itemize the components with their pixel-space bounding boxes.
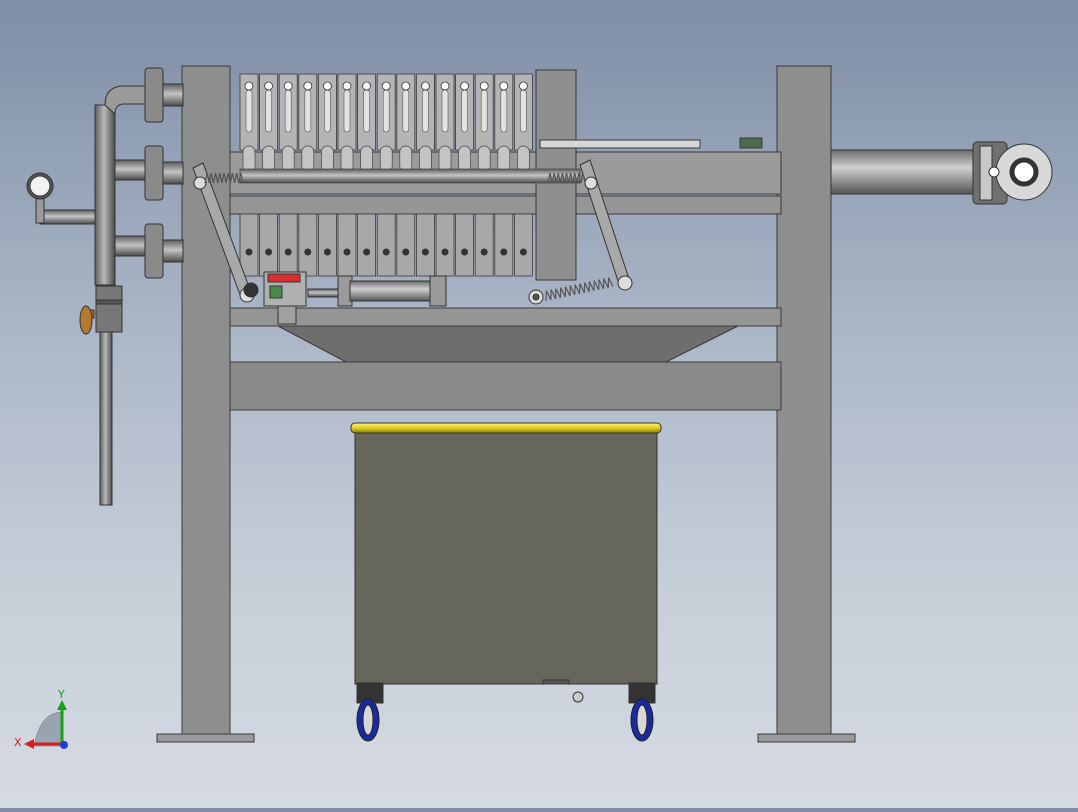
plate-drain-tap — [480, 248, 488, 256]
left-post — [181, 65, 231, 737]
left-foot — [156, 733, 255, 743]
plate-handle-slot — [461, 89, 468, 133]
hydraulic-cylinder — [830, 141, 1053, 205]
inlet-piping — [26, 67, 184, 506]
plate-lug — [458, 145, 471, 173]
lower-crossbeam — [229, 361, 782, 411]
plate-lug — [321, 145, 334, 173]
right-post — [776, 65, 832, 737]
x-axis-label: X — [14, 736, 22, 749]
plate-lug — [477, 145, 491, 173]
plate-top-hole — [322, 81, 332, 91]
filter-plate-lower — [357, 213, 377, 277]
plate-lug — [517, 145, 530, 173]
plate-handle-slot — [441, 89, 449, 133]
plate-lug — [340, 145, 354, 173]
plate-lug — [438, 145, 452, 173]
plate-handle-slot — [422, 89, 429, 133]
filter-plate-lower — [435, 213, 455, 277]
plate-lug — [281, 145, 295, 173]
plate-drain-tap — [441, 248, 449, 256]
plate-lug — [262, 145, 275, 173]
right-foot — [757, 733, 856, 743]
plate-handle-slot — [324, 89, 331, 133]
y-axis-label: Y — [57, 688, 65, 701]
plate-lug — [419, 145, 432, 173]
plate-lug — [360, 145, 373, 173]
plate-top-hole — [499, 81, 509, 91]
plate-handle-slot — [382, 89, 390, 133]
return-spring — [545, 277, 614, 301]
side-rail — [229, 195, 782, 215]
plate-top-hole — [479, 81, 489, 91]
filter-plate-lower — [239, 213, 259, 277]
side-bar-rod — [239, 168, 581, 184]
filter-plate-lower — [396, 213, 416, 277]
plate-handle-slot — [480, 89, 488, 133]
plate-drain-tap — [323, 248, 331, 256]
filter-plate-lower — [455, 213, 475, 277]
plate-handle-slot — [245, 89, 253, 133]
triad-base — [33, 711, 63, 747]
indicator-box — [739, 137, 763, 149]
caster-wheels — [356, 698, 654, 742]
plate-top-hole — [342, 81, 352, 91]
filter-plate-lower — [494, 213, 514, 277]
plate-top-hole — [519, 81, 528, 91]
coordinate-triad[interactable]: Y X — [14, 688, 68, 749]
plate-top-hole — [303, 81, 313, 91]
plate-drain-tap — [500, 248, 508, 256]
filter-plate-lower — [337, 213, 357, 277]
plate-top-hole — [460, 81, 470, 91]
plate-top-hole — [401, 81, 411, 91]
filter-plate-lower — [415, 213, 435, 277]
plate-drain-tap — [265, 248, 273, 256]
plate-top-hole — [244, 81, 254, 91]
plate-top-hole — [440, 81, 450, 91]
pull-bar — [539, 139, 701, 149]
z-axis-dot — [60, 741, 68, 749]
plate-drain-tap — [343, 248, 351, 256]
plate-handle-slot — [284, 89, 292, 133]
filter-plate-lower — [278, 213, 298, 277]
plate-top-hole — [283, 81, 293, 91]
plate-lug — [301, 145, 315, 173]
plate-drain-tap — [284, 248, 292, 256]
plate-top-hole — [420, 81, 430, 91]
plate-handle-slot — [402, 89, 410, 133]
plate-drain-tap — [382, 248, 390, 256]
filter-press-model: Y X — [14, 65, 1053, 749]
tray-frame — [229, 307, 782, 327]
plate-handle-slot — [363, 89, 370, 133]
drip-tray — [277, 325, 739, 363]
filter-plate-lower — [514, 213, 533, 277]
cad-viewport[interactable]: Y X — [0, 0, 1078, 808]
plate-drain-tap — [363, 248, 371, 256]
plate-drain-tap — [402, 248, 410, 256]
filtrate-tank — [350, 422, 662, 704]
plate-drain-tap — [461, 248, 469, 256]
plate-handle-slot — [304, 89, 312, 133]
plate-lug — [399, 145, 413, 173]
filter-plate-lower — [474, 213, 494, 277]
plate-top-hole — [264, 81, 274, 91]
plate-drain-tap — [421, 248, 429, 256]
filter-plate-lower — [259, 213, 279, 277]
plate-handle-slot — [500, 89, 508, 133]
filter-plate-lower — [298, 213, 318, 277]
filter-plate-lower — [317, 213, 337, 277]
plate-lug — [379, 145, 393, 173]
plate-drain-tap — [519, 248, 527, 256]
filter-plate-lower — [376, 213, 396, 277]
plate-lug — [497, 145, 511, 173]
plate-handle-slot — [343, 89, 351, 133]
plate-drain-tap — [245, 248, 253, 256]
plate-top-hole — [381, 81, 391, 91]
plate-top-hole — [362, 81, 372, 91]
plate-lug — [242, 145, 256, 173]
plate-drain-tap — [304, 248, 312, 256]
plate-handle-slot — [520, 89, 527, 133]
plate-handle-slot — [265, 89, 272, 133]
